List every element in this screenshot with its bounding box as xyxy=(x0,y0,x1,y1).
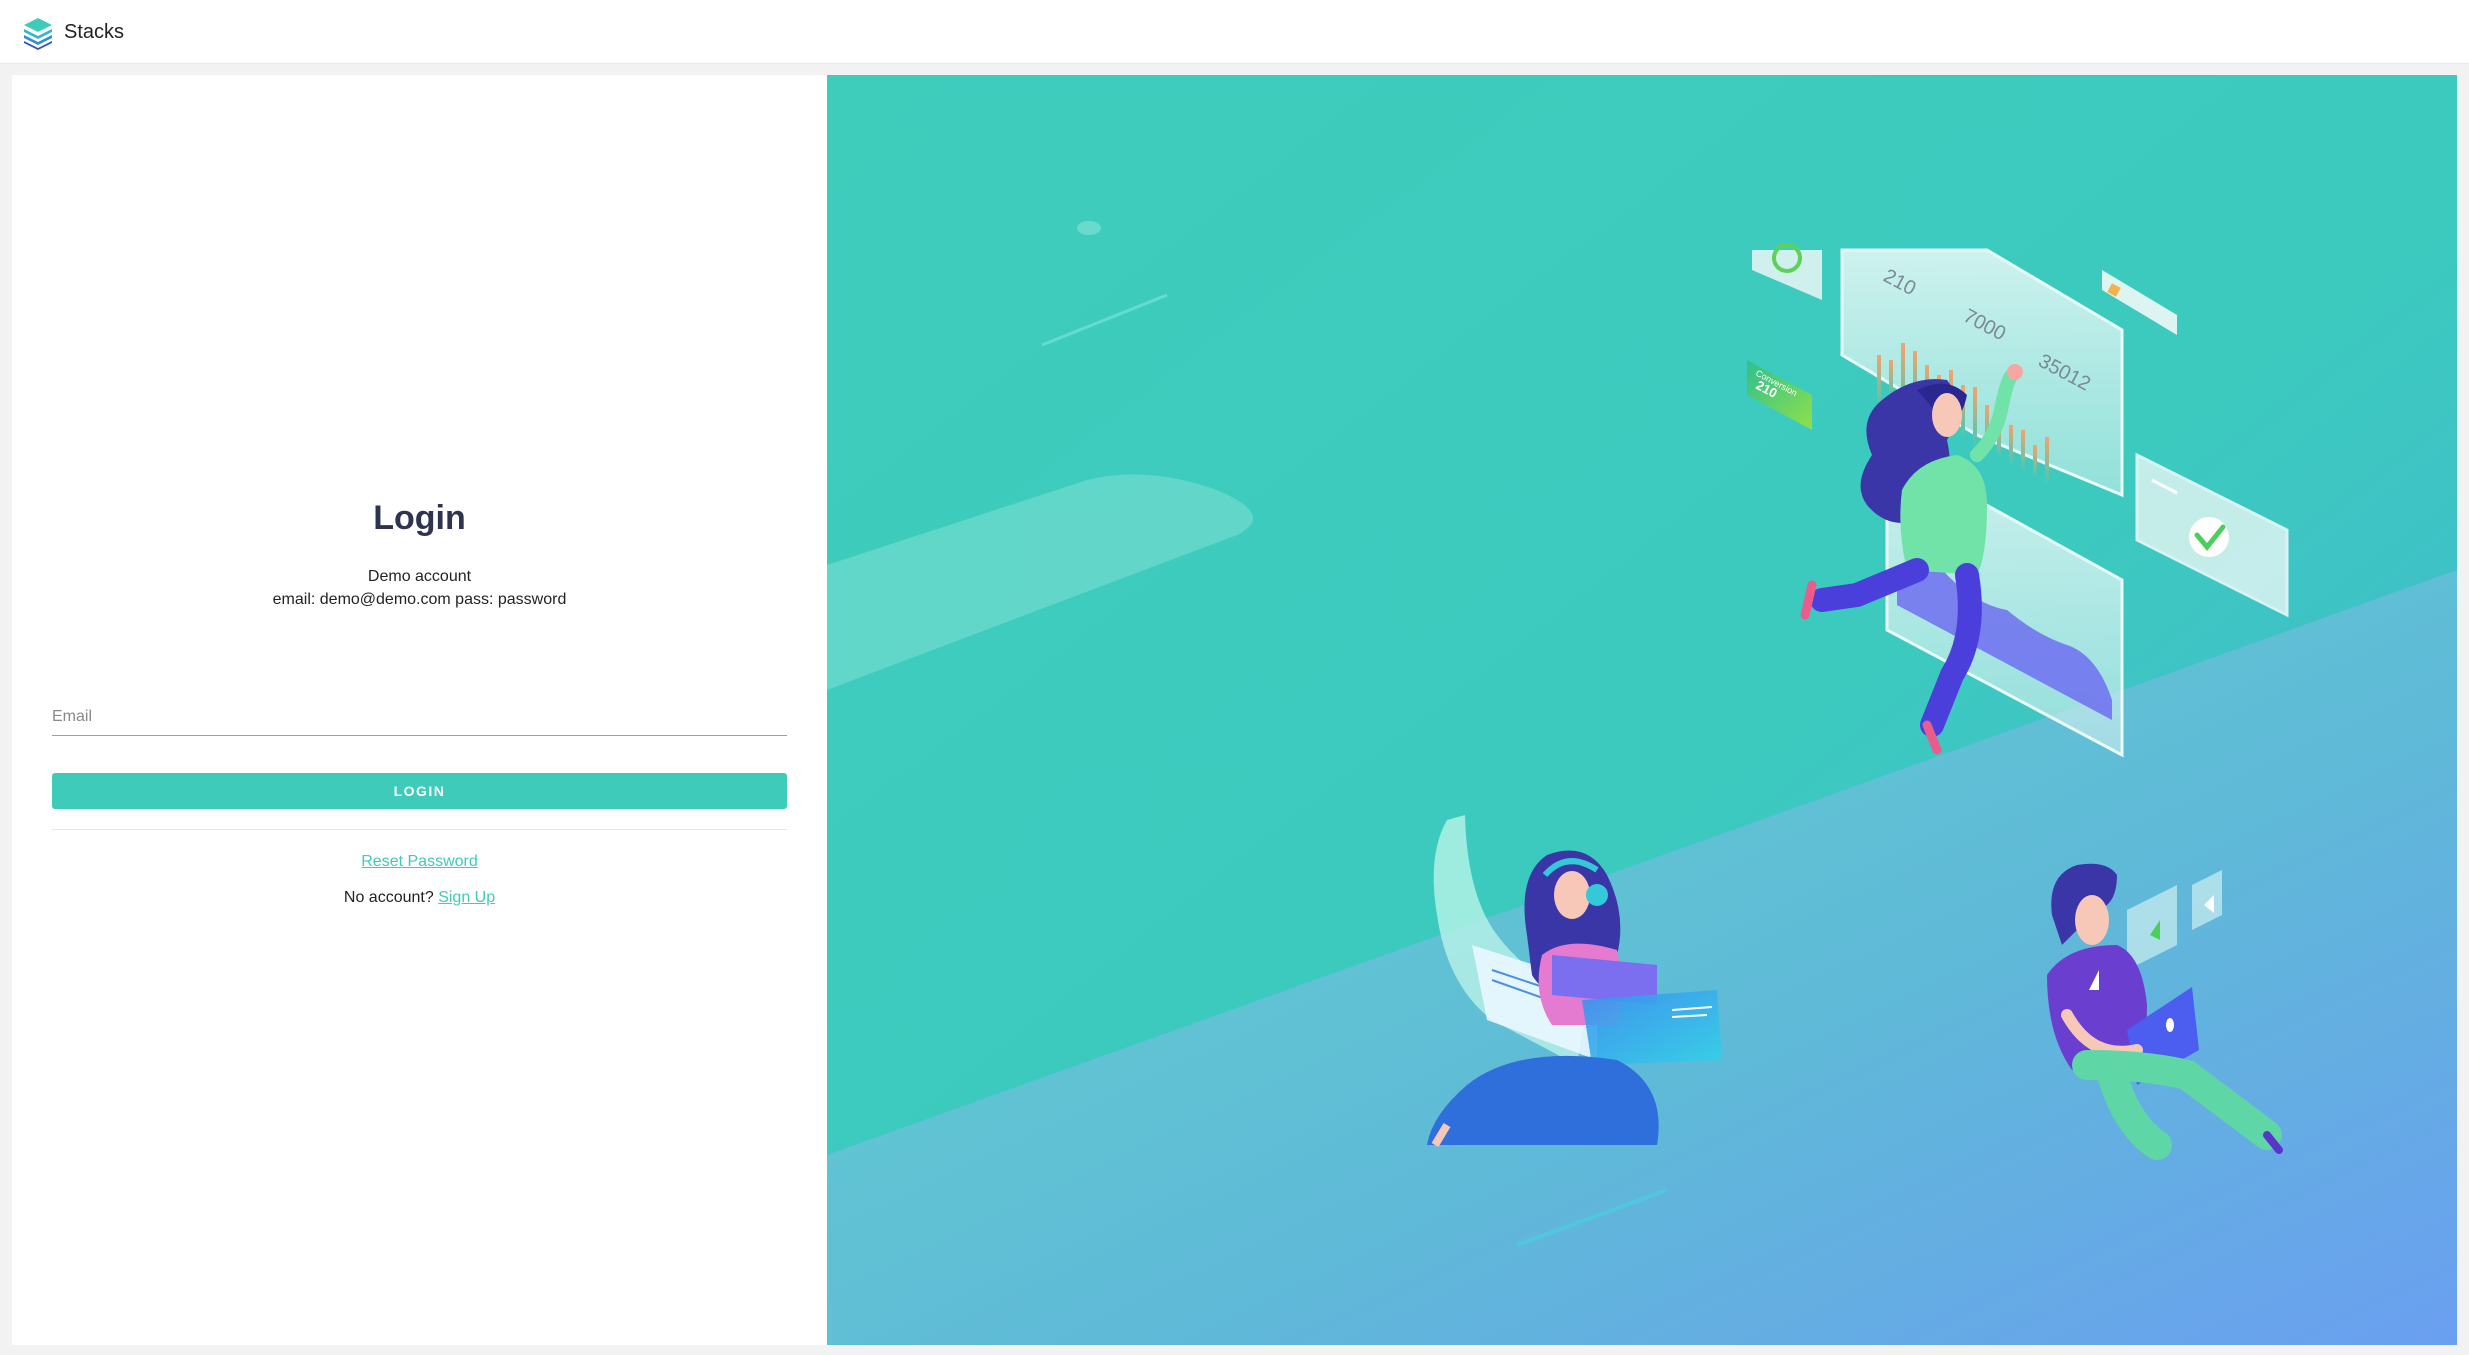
form-divider xyxy=(52,829,787,830)
main-frame: Login Demo account email: demo@demo.com … xyxy=(12,75,2457,1345)
demo-account-heading: Demo account xyxy=(367,568,472,585)
brand-home-link[interactable]: Stacks xyxy=(20,10,124,54)
page-title: Login xyxy=(373,499,466,537)
app-name: Stacks xyxy=(64,20,125,43)
sign-up-link[interactable]: Sign Up xyxy=(438,889,495,906)
login-button[interactable]: LOGIN xyxy=(52,773,787,809)
no-account-text: No account? xyxy=(343,889,434,906)
hero-illustration: 210 7000 35012 Conversion 210 xyxy=(827,75,2457,1345)
stacked-layers-icon xyxy=(24,18,52,50)
isometric-team-illustration: 210 7000 35012 Conversion 210 xyxy=(827,75,2457,1345)
top-bar: Stacks xyxy=(0,0,2469,64)
reset-password-row: Reset Password xyxy=(12,853,827,871)
email-field[interactable] xyxy=(52,698,787,736)
signup-row: No account? Sign Up xyxy=(12,889,827,907)
demo-credentials: email: demo@demo.com pass: password xyxy=(272,591,567,608)
login-panel: Login Demo account email: demo@demo.com … xyxy=(12,75,827,1345)
reset-password-link[interactable]: Reset Password xyxy=(361,853,478,870)
